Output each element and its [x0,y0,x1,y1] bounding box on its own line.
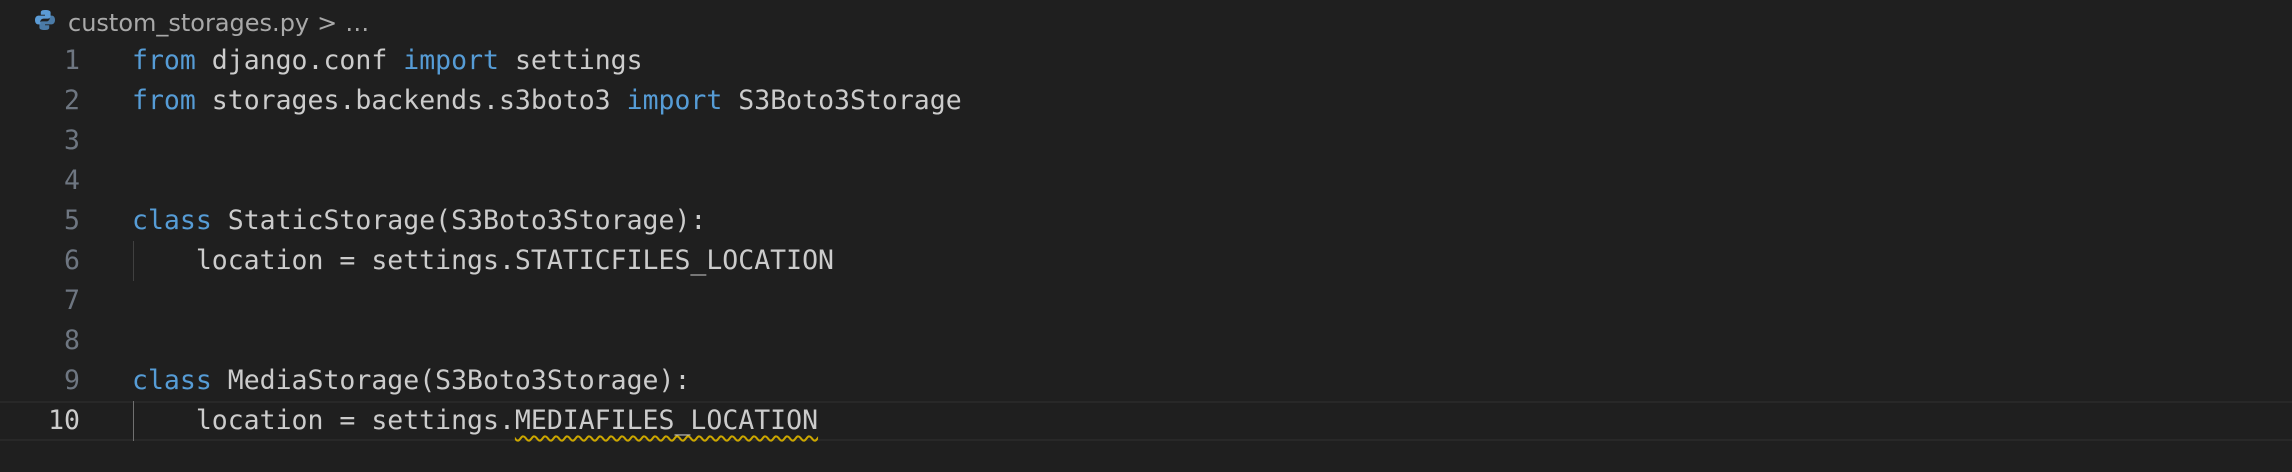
code-text: location = settings.STATICFILES_LOCATION [132,241,834,281]
code-text: location = settings.MEDIAFILES_LOCATION [132,401,818,441]
code-token: django.conf [195,45,404,76]
line-number: 4 [64,165,80,196]
code-token: location = settings. [132,405,515,436]
keyword: from [132,85,196,116]
line-number: 5 [64,205,80,236]
line-number: 7 [64,285,80,316]
code-line[interactable]: 5 class StaticStorage(S3Boto3Storage): [0,201,2292,241]
code-text: from django.conf import settings [132,41,643,81]
line-number: 2 [64,85,80,116]
keyword: class [132,365,212,396]
code-text: from storages.backends.s3boto3 import S3… [132,81,962,121]
code-token: S3Boto3Storage [722,85,962,116]
breadcrumb-more[interactable]: … [345,9,369,37]
line-number: 3 [64,125,80,156]
line-number: 10 [48,405,80,436]
python-icon [34,9,68,37]
line-number: 6 [64,245,80,276]
code-line[interactable]: 3 [0,121,2292,161]
code-text: class StaticStorage(S3Boto3Storage): [132,201,706,241]
code-line[interactable]: 7 [0,281,2292,321]
keyword: class [132,205,212,236]
keyword: import [403,45,499,76]
code-line[interactable]: 4 [0,161,2292,201]
code-line[interactable]: 6 location = settings.STATICFILES_LOCATI… [0,241,2292,281]
code-token: StaticStorage(S3Boto3Storage): [211,205,707,236]
code-editor[interactable]: 1 from django.conf import settings 2 from s… [0,41,2292,441]
code-line[interactable]: 2 from storages.backends.s3boto3 import S… [0,81,2292,121]
chevron-right-icon: > [317,9,338,37]
keyword: import [626,85,723,116]
code-token: storages.backends.s3boto3 [195,85,627,116]
code-line[interactable]: 8 [0,321,2292,361]
code-token: MediaStorage(S3Boto3Storage): [211,365,691,396]
breadcrumb: custom_storages.py > … [34,6,369,40]
line-number: 8 [64,325,80,356]
code-token: settings [498,45,643,76]
line-number: 1 [64,45,80,76]
code-token: location = settings.STATICFILES_LOCATION [132,245,834,276]
line-number: 9 [64,365,80,396]
warning-token: MEDIAFILES_LOCATION [514,405,819,436]
code-line[interactable]: 9 class MediaStorage(S3Boto3Storage): [0,361,2292,401]
code-line[interactable]: 10 location = settings.MEDIAFILES_LOCATI… [0,401,2292,441]
breadcrumb-file[interactable]: custom_storages.py [68,9,309,37]
code-text: class MediaStorage(S3Boto3Storage): [132,361,690,401]
keyword: from [132,45,196,76]
code-line[interactable]: 1 from django.conf import settings [0,41,2292,81]
